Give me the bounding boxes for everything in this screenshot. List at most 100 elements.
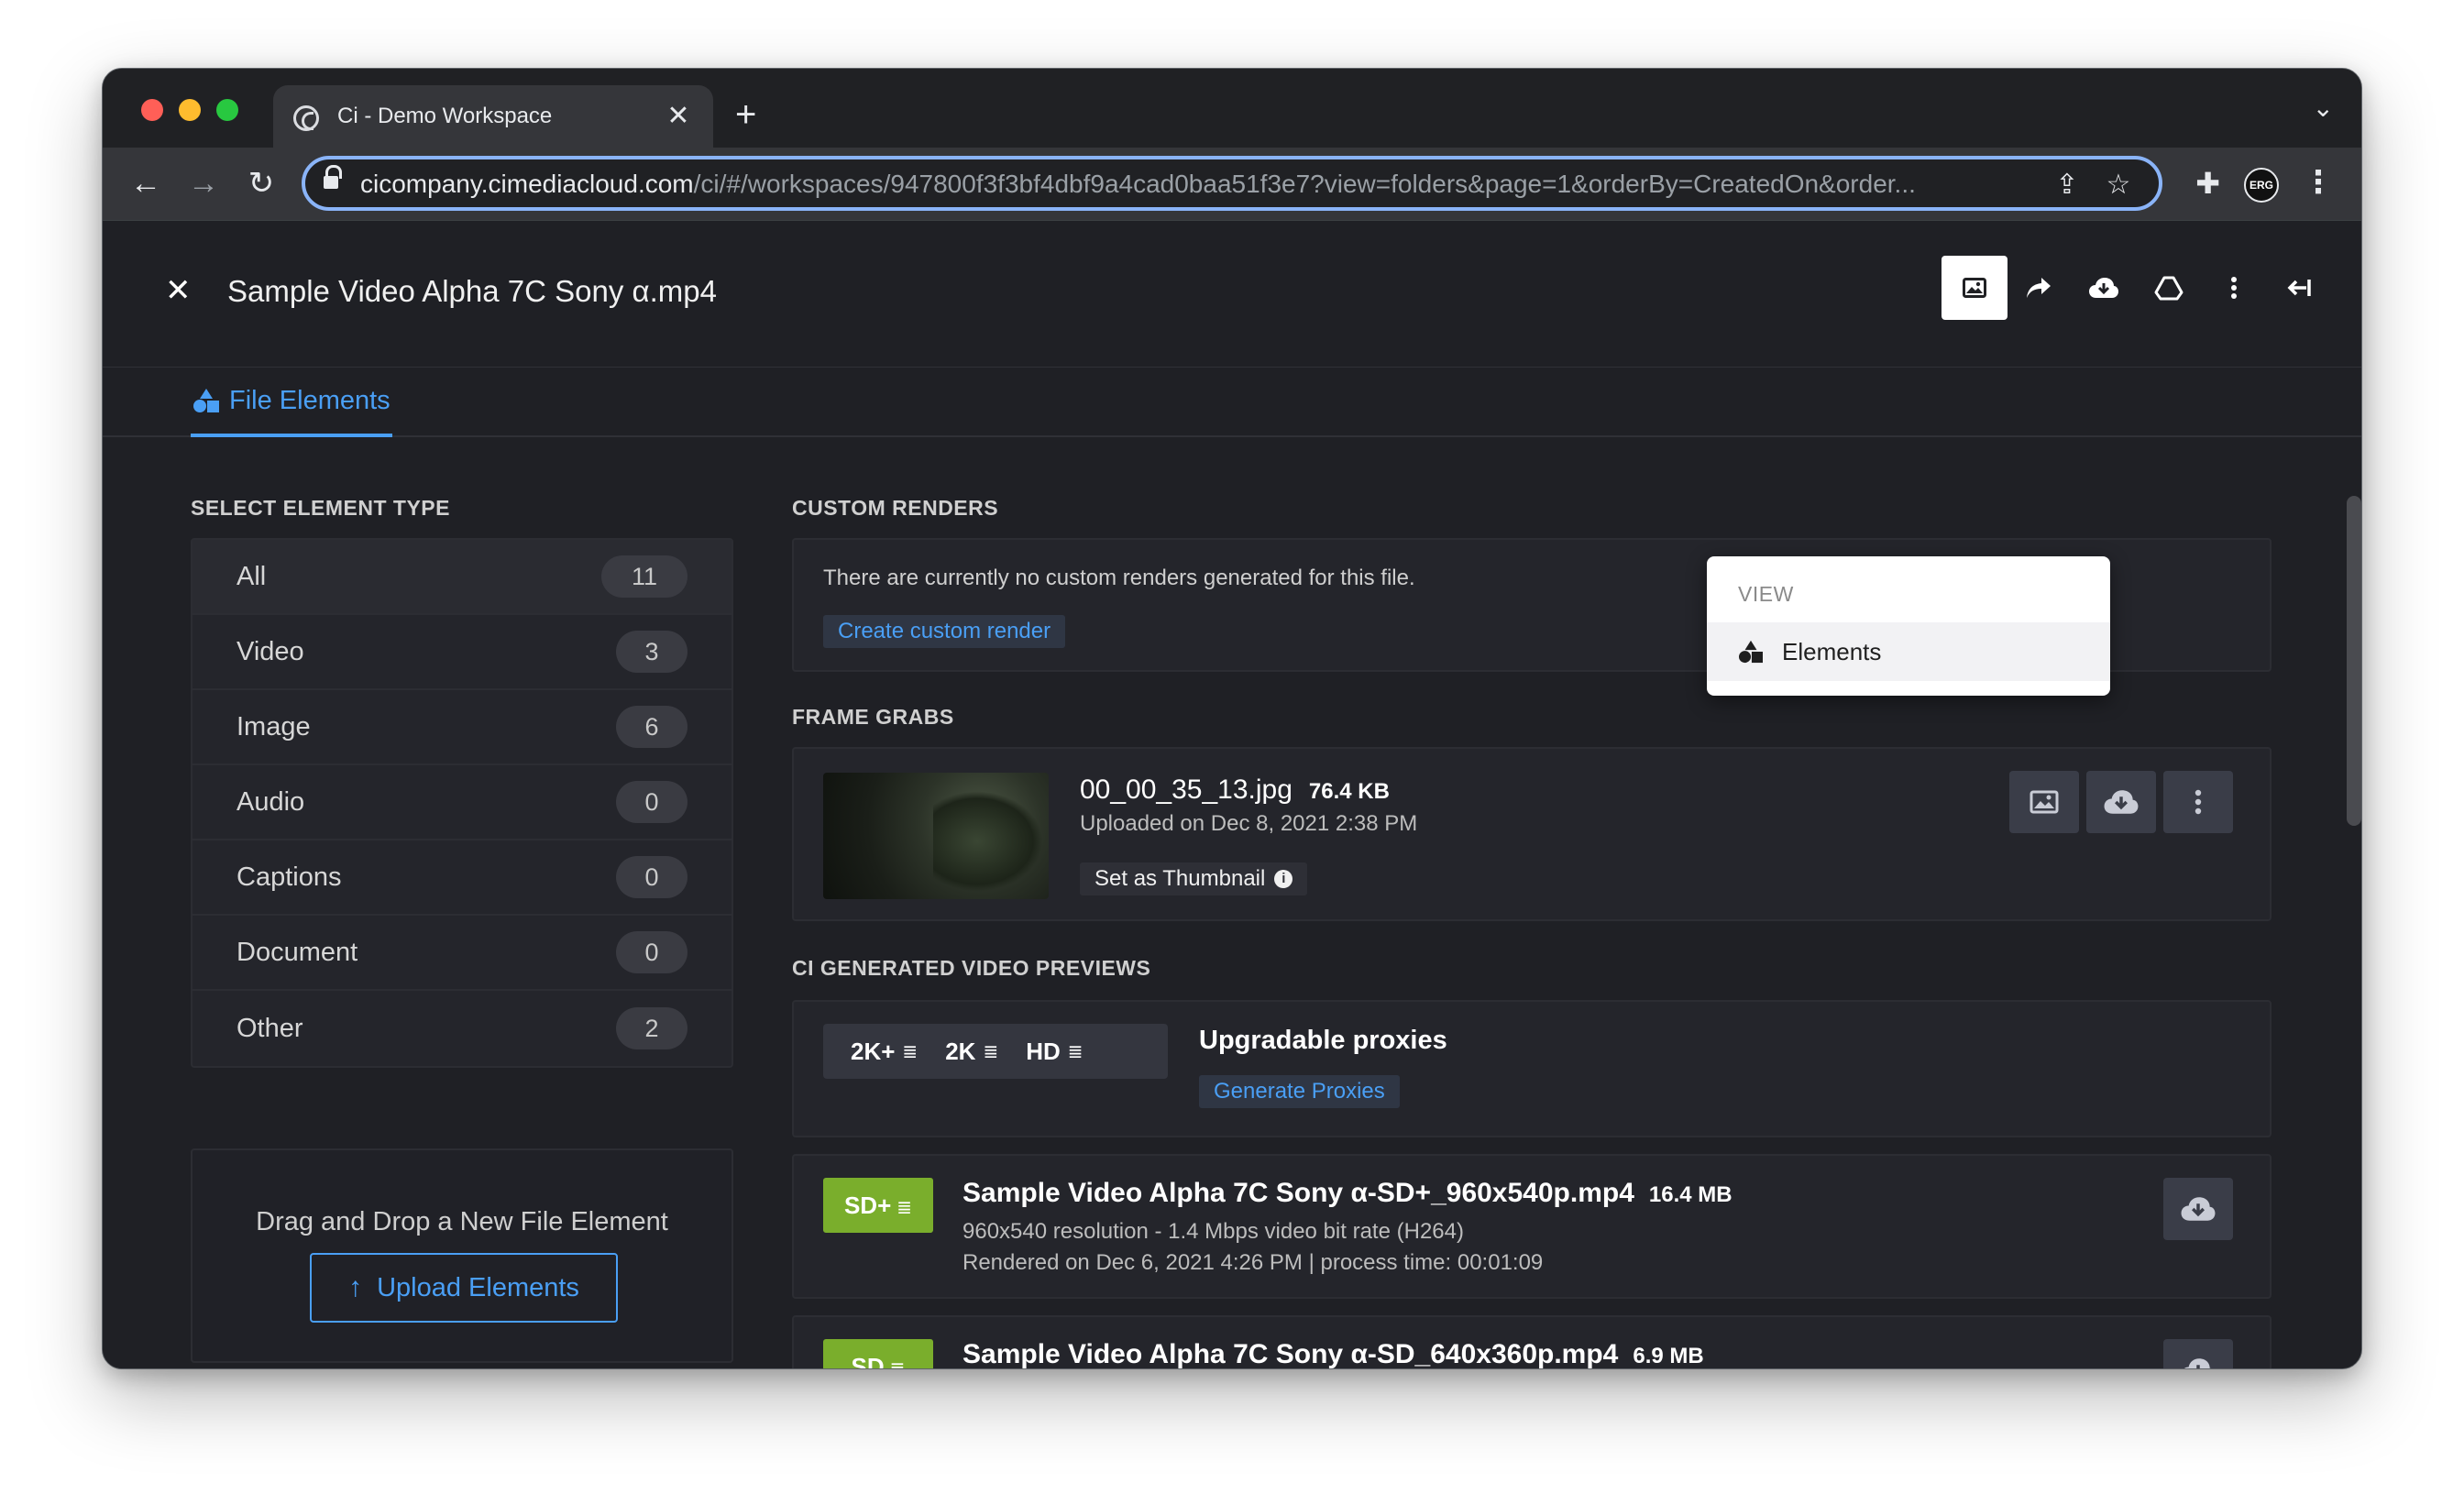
frame-grab-filename: 00_00_35_13.jpg 76.4 KB bbox=[1080, 774, 1390, 805]
custom-renders-label: CUSTOM RENDERS bbox=[792, 496, 999, 520]
lines-icon: ≣ bbox=[1067, 1041, 1084, 1062]
info-icon[interactable]: i bbox=[1274, 870, 1293, 888]
minimize-window-button[interactable] bbox=[179, 99, 201, 121]
set-thumbnail-label: Set as Thumbnail bbox=[1094, 866, 1266, 891]
share-arrow-icon bbox=[2027, 278, 2051, 298]
close-window-button[interactable] bbox=[141, 99, 163, 121]
frame-grabs-label: FRAME GRABS bbox=[792, 705, 954, 729]
count-badge: 0 bbox=[616, 931, 688, 973]
view-dropdown-menu: VIEW Elements bbox=[1707, 556, 2110, 696]
frame-grab-size: 76.4 KB bbox=[1308, 779, 1390, 804]
close-icon[interactable]: ✕ bbox=[165, 272, 192, 309]
preview-size: 6.9 MB bbox=[1633, 1344, 1704, 1368]
video-previews-label: CI GENERATED VIDEO PREVIEWS bbox=[792, 956, 1151, 980]
count-badge: 3 bbox=[616, 631, 688, 673]
page-title: Sample Video Alpha 7C Sony α.mp4 bbox=[227, 274, 717, 308]
frame-grab-uploaded: Uploaded on Dec 8, 2021 2:38 PM bbox=[1080, 811, 1418, 836]
cloud-download-icon bbox=[2181, 1197, 2216, 1221]
menu-item-elements[interactable]: Elements bbox=[1707, 622, 2110, 681]
tab-file-elements[interactable]: File Elements bbox=[191, 368, 392, 437]
element-type-list: All 11 Video 3 Image 6 Audio 0 Captions 0 Doc… bbox=[191, 538, 733, 1068]
lock-icon bbox=[324, 165, 342, 191]
count-badge: 11 bbox=[601, 555, 688, 598]
frame-grab-thumbnail[interactable] bbox=[823, 773, 1049, 899]
more-options-button[interactable] bbox=[2201, 256, 2267, 320]
quality-badge: SD+ ≣ bbox=[823, 1178, 933, 1233]
lines-icon: ≣ bbox=[896, 1198, 913, 1218]
reload-icon[interactable]: ↻ bbox=[238, 160, 284, 206]
type-row-other[interactable]: Other 2 bbox=[192, 991, 732, 1066]
address-bar[interactable]: cicompany.cimediacloud.com/ci/#/workspac… bbox=[302, 156, 2162, 211]
forward-arrow-icon[interactable]: → bbox=[181, 160, 226, 206]
resolution-hd[interactable]: HD ≣ bbox=[998, 1024, 1083, 1079]
tabs-bar: File Elements bbox=[103, 368, 2361, 437]
count-badge: 0 bbox=[616, 856, 688, 898]
quality-badge: SD ≣ bbox=[823, 1339, 933, 1368]
browser-toolbar: ← → ↻ cicompany.cimediacloud.com/ci/#/wo… bbox=[103, 148, 2361, 221]
preview-filename: Sample Video Alpha 7C Sony α-SD+_960x540… bbox=[962, 1178, 1732, 1208]
arrow-left-bar-icon bbox=[2287, 280, 2311, 296]
view-image-button[interactable] bbox=[1942, 256, 2008, 320]
preview-item-sd: SD ≣ Sample Video Alpha 7C Sony α-SD_640x… bbox=[792, 1315, 2272, 1369]
download-button[interactable] bbox=[2086, 771, 2156, 833]
upgradable-proxies-title: Upgradable proxies bbox=[1199, 1026, 1447, 1055]
type-row-image[interactable]: Image 6 bbox=[192, 690, 732, 765]
preview-filename: Sample Video Alpha 7C Sony α-SD_640x360p… bbox=[962, 1339, 1704, 1369]
generate-proxies-link[interactable]: Generate Proxies bbox=[1199, 1075, 1400, 1108]
type-label: Other bbox=[236, 1013, 303, 1043]
drop-zone-text: Drag and Drop a New File Element bbox=[256, 1207, 668, 1236]
menu-item-label: Elements bbox=[1782, 637, 1882, 665]
image-icon bbox=[2030, 790, 2059, 814]
view-image-button[interactable] bbox=[2009, 771, 2079, 833]
frame-grab-card: 00_00_35_13.jpg 76.4 KB Uploaded on Dec 8… bbox=[792, 747, 2272, 921]
create-custom-render-link[interactable]: Create custom render bbox=[823, 615, 1066, 648]
shapes-icon bbox=[193, 389, 219, 412]
type-row-captions[interactable]: Captions 0 bbox=[192, 840, 732, 916]
profile-avatar[interactable]: ERG bbox=[2244, 168, 2279, 203]
type-row-all[interactable]: All 11 bbox=[192, 540, 732, 615]
extensions-puzzle-icon[interactable]: ✚ bbox=[2195, 166, 2220, 201]
download-button[interactable] bbox=[2163, 1339, 2233, 1368]
tab-title: Ci - Demo Workspace bbox=[337, 104, 553, 128]
count-badge: 6 bbox=[616, 706, 688, 748]
type-label: Video bbox=[236, 636, 304, 666]
collapse-panel-button[interactable] bbox=[2266, 256, 2332, 320]
cloud-download-icon bbox=[2104, 790, 2139, 814]
resolution-2k[interactable]: 2K ≣ bbox=[918, 1024, 998, 1079]
set-as-thumbnail-button[interactable]: Set as Thumbnail i bbox=[1080, 862, 1308, 895]
type-row-video[interactable]: Video 3 bbox=[192, 615, 732, 690]
tab-list-chevron-icon[interactable]: ⌄ bbox=[2313, 93, 2334, 123]
download-button[interactable] bbox=[2163, 1178, 2233, 1240]
type-row-document[interactable]: Document 0 bbox=[192, 916, 732, 991]
drop-zone[interactable]: Drag and Drop a New File Element ↑ Uploa… bbox=[191, 1148, 733, 1363]
drive-button[interactable] bbox=[2136, 256, 2202, 320]
browser-menu-icon[interactable]: ⋮ bbox=[2303, 164, 2334, 201]
scrollbar[interactable] bbox=[2347, 496, 2361, 826]
arrow-up-icon: ↑ bbox=[348, 1272, 363, 1302]
file-header: ✕ Sample Video Alpha 7C Sony α.mp4 bbox=[103, 221, 2361, 368]
url-text[interactable]: cicompany.cimediacloud.com/ci/#/workspac… bbox=[360, 170, 2065, 199]
download-button[interactable] bbox=[2071, 256, 2137, 320]
ci-favicon-icon bbox=[293, 105, 319, 131]
maximize-window-button[interactable] bbox=[216, 99, 238, 121]
bookmark-star-icon[interactable]: ☆ bbox=[2100, 167, 2137, 203]
share-page-icon[interactable]: ⇪ bbox=[2049, 167, 2085, 203]
more-options-button[interactable] bbox=[2163, 771, 2233, 833]
back-arrow-icon[interactable]: ← bbox=[123, 160, 169, 206]
count-badge: 0 bbox=[616, 781, 688, 823]
tab-close-icon[interactable]: ✕ bbox=[660, 98, 697, 135]
count-badge: 2 bbox=[616, 1007, 688, 1049]
custom-renders-empty-text: There are currently no custom renders ge… bbox=[823, 566, 1415, 590]
upload-elements-button[interactable]: ↑ Upload Elements bbox=[310, 1253, 618, 1323]
resolution-group: 2K+ ≣ 2K ≣ HD ≣ bbox=[823, 1024, 1168, 1079]
select-element-type-label: SELECT ELEMENT TYPE bbox=[191, 496, 450, 520]
resolution-2kplus[interactable]: 2K+ ≣ bbox=[823, 1024, 918, 1079]
preview-item-sdplus: SD+ ≣ Sample Video Alpha 7C Sony α-SD+_96… bbox=[792, 1154, 2272, 1299]
upgradable-proxies-card: 2K+ ≣ 2K ≣ HD ≣ Upgradable proxies Generate… bbox=[792, 1000, 2272, 1137]
tab-label: File Elements bbox=[229, 385, 390, 415]
type-label: Document bbox=[236, 937, 358, 967]
new-tab-button[interactable]: + bbox=[735, 96, 756, 133]
type-row-audio[interactable]: Audio 0 bbox=[192, 765, 732, 840]
share-button[interactable] bbox=[2006, 256, 2072, 320]
browser-tab[interactable]: Ci - Demo Workspace ✕ bbox=[273, 85, 713, 148]
